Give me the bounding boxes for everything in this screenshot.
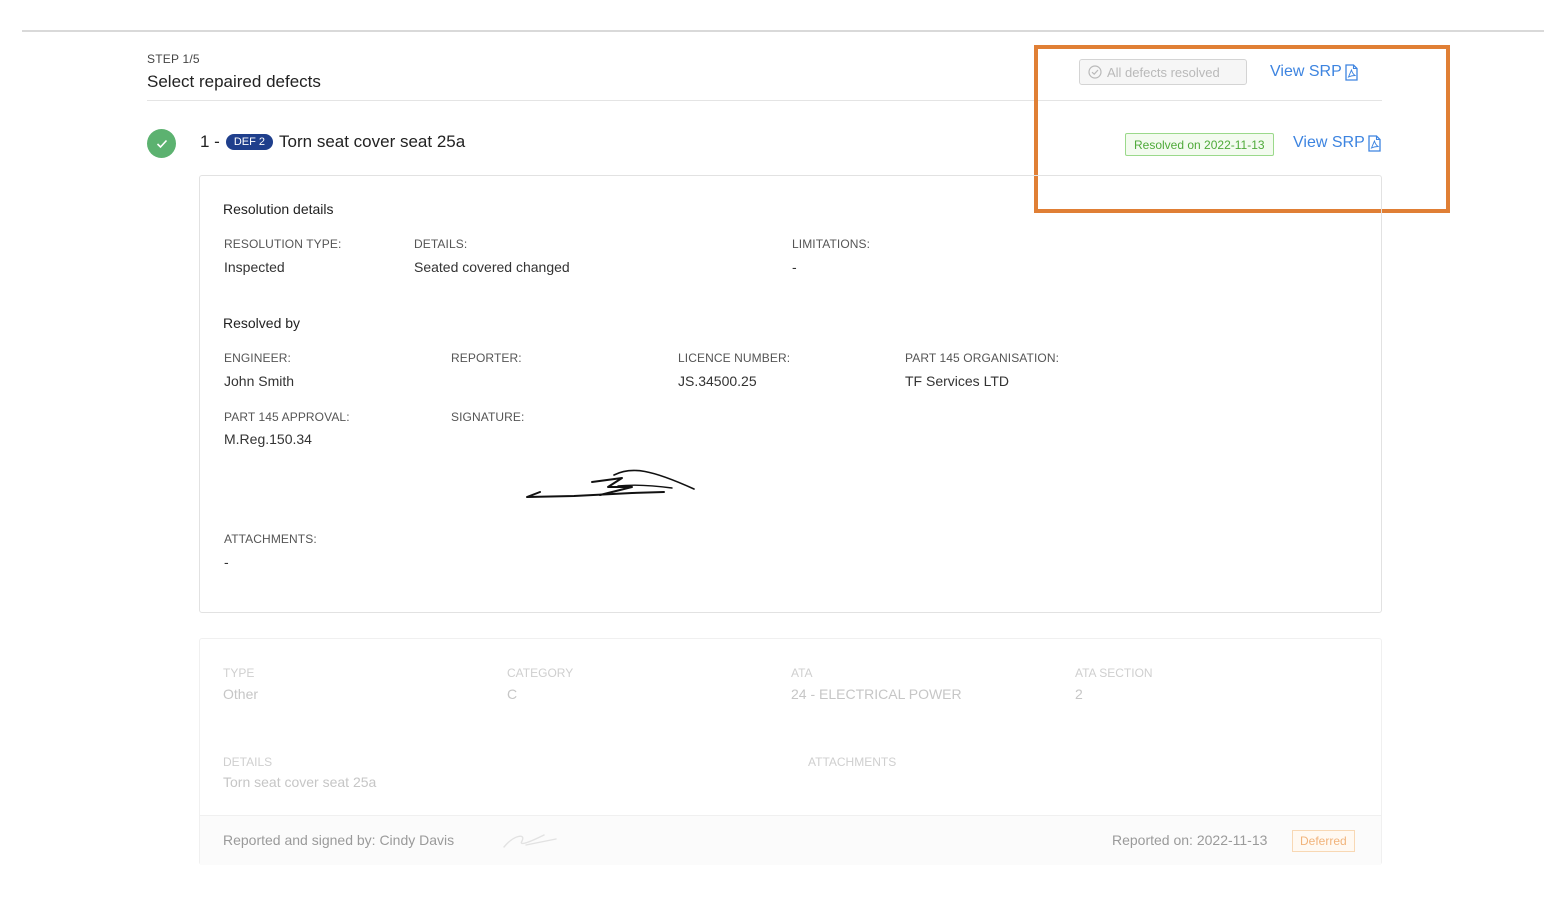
resolution-details-title: Resolution details bbox=[223, 201, 334, 217]
deferred-status-badge: Deferred bbox=[1292, 830, 1355, 852]
engineer-label: ENGINEER: bbox=[224, 351, 291, 365]
ata-section-value: 2 bbox=[1075, 686, 1083, 702]
engineer-value: John Smith bbox=[224, 373, 295, 389]
category-value: C bbox=[507, 686, 518, 702]
resolution-details-value: Seated covered changed bbox=[414, 259, 570, 275]
reported-on-text: Reported on: 2022-11-13 bbox=[1112, 832, 1268, 848]
signature-label: SIGNATURE: bbox=[451, 410, 525, 424]
part145-approval-label: PART 145 APPROVAL: bbox=[224, 410, 350, 424]
resolution-details-label: DETAILS: bbox=[414, 237, 468, 251]
defect-details-card: TYPE Other CATEGORY C ATA 24 - ELECTRICA… bbox=[199, 638, 1382, 865]
licence-number-label: LICENCE NUMBER: bbox=[678, 351, 791, 365]
defect-attachments-label: ATTACHMENTS bbox=[808, 755, 897, 769]
defect-details-value: Torn seat cover seat 25a bbox=[223, 774, 377, 790]
step-indicator: STEP 1/5 bbox=[147, 52, 200, 66]
resolution-type-value: Inspected bbox=[224, 259, 285, 275]
resolution-type-label: RESOLUTION TYPE: bbox=[224, 237, 342, 251]
category-label: CATEGORY bbox=[507, 666, 574, 680]
ata-label: ATA bbox=[791, 666, 813, 680]
ata-value: 24 - ELECTRICAL POWER bbox=[791, 686, 962, 702]
attachments-value: - bbox=[224, 554, 229, 570]
resolved-by-title: Resolved by bbox=[223, 315, 301, 331]
checkmark-icon bbox=[156, 139, 167, 148]
part145-organisation-label: PART 145 ORGANISATION: bbox=[905, 351, 1060, 365]
defect-number: 1 - bbox=[200, 132, 220, 151]
defect-title: Torn seat cover seat 25a bbox=[279, 132, 466, 151]
type-label: TYPE bbox=[223, 666, 255, 680]
limitations-label: LIMITATIONS: bbox=[792, 237, 871, 251]
type-value: Other bbox=[223, 686, 259, 702]
defect-header[interactable]: 1 - DEF 2 Torn seat cover seat 25a bbox=[200, 132, 465, 152]
defect-id-badge: DEF 2 bbox=[225, 134, 274, 150]
reporter-label: REPORTER: bbox=[451, 351, 522, 365]
reported-by-text: Reported and signed by: Cindy Davis bbox=[223, 832, 455, 848]
resolved-status-icon bbox=[147, 129, 176, 158]
defect-details-label: DETAILS bbox=[223, 755, 273, 769]
attachments-label: ATTACHMENTS: bbox=[224, 532, 317, 546]
top-divider bbox=[22, 30, 1544, 32]
page-title: Select repaired defects bbox=[147, 72, 321, 91]
reporter-signature-image bbox=[503, 834, 557, 848]
limitations-value: - bbox=[792, 259, 797, 275]
ata-section-label: ATA SECTION bbox=[1075, 666, 1153, 680]
resolution-card: Resolution details RESOLUTION TYPE: Insp… bbox=[199, 175, 1382, 613]
part145-approval-value: M.Reg.150.34 bbox=[224, 431, 312, 447]
licence-number-value: JS.34500.25 bbox=[678, 373, 757, 389]
engineer-signature-image bbox=[526, 469, 695, 498]
part145-organisation-value: TF Services LTD bbox=[905, 373, 1009, 389]
